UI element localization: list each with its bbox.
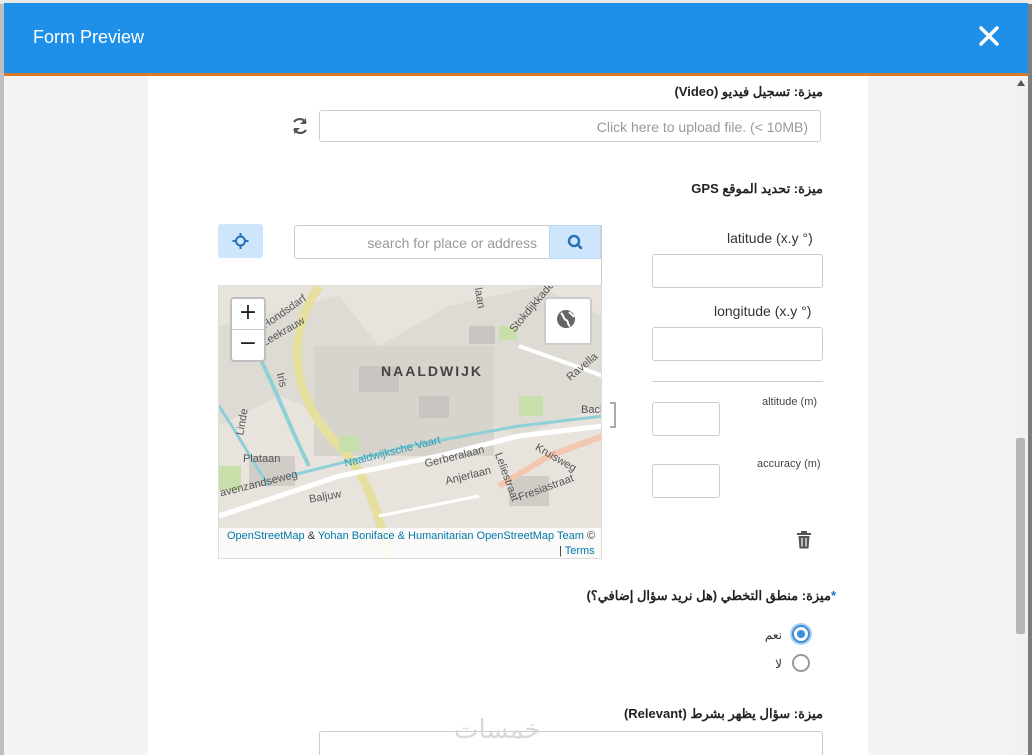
zoom-out-button[interactable]: − <box>232 330 264 360</box>
map-street-label: Bach <box>581 404 601 416</box>
refresh-icon[interactable] <box>290 116 310 136</box>
longitude-input[interactable] <box>652 327 823 361</box>
map-street-label: Plataan <box>243 453 281 465</box>
modal-header: Form Preview <box>4 3 1028 73</box>
latitude-input[interactable] <box>652 254 823 288</box>
gps-map[interactable]: NAALDWIJK Hondsdarf Zeekrauw Iris Linde … <box>218 285 602 559</box>
zoom-in-button[interactable]: + <box>232 299 264 330</box>
altitude-label: altitude (m) <box>762 396 818 408</box>
attribution-separator: | <box>559 545 562 557</box>
modal-body[interactable]: ميزة: تسجيل فيديو (Video) Click here to … <box>4 76 1014 755</box>
crosshair-icon <box>232 233 249 249</box>
close-icon[interactable] <box>974 21 1004 51</box>
upload-placeholder: Click here to upload file. (< 10MB) <box>596 119 808 135</box>
attribution-ampersand: & <box>307 530 316 542</box>
map-resize-bracket <box>610 402 616 428</box>
map-border-line <box>601 225 602 285</box>
locate-button[interactable] <box>218 224 263 258</box>
trash-icon[interactable] <box>796 531 812 549</box>
gps-question-label: ميزة: تحديد الموقع GPS <box>691 181 823 196</box>
radio-yes-label: نعم <box>764 628 782 642</box>
team-attribution-link[interactable]: Yohan Boniface & Humanitarian OpenStreet… <box>318 530 584 542</box>
accuracy-input[interactable] <box>652 464 720 498</box>
longitude-label: longitude (x.y °) <box>714 303 812 319</box>
form-preview-modal: Form Preview ميزة: تسجيل فيديو (Video) C… <box>4 3 1028 755</box>
file-upload-field[interactable]: Click here to upload file. (< 10MB) <box>319 110 821 142</box>
watermark-text: خمسات <box>454 714 541 744</box>
scroll-thumb[interactable] <box>1016 438 1025 634</box>
map-place-name: NAALDWIJK <box>381 363 483 379</box>
osm-attribution-link[interactable]: OpenStreetMap <box>227 530 305 542</box>
gps-divider <box>652 381 823 382</box>
map-search-input[interactable]: search for place or address <box>294 225 550 259</box>
radio-no-label: لا <box>775 657 782 671</box>
latitude-label: latitude (x.y °) <box>727 230 813 246</box>
scroll-up-arrow[interactable] <box>1017 80 1025 86</box>
terms-link[interactable]: Terms <box>565 545 595 557</box>
search-icon <box>567 234 583 250</box>
skip-question-text: ميزة: منطق التخطي (هل نريد سؤال إضافي؟) <box>586 588 831 603</box>
globe-icon[interactable] <box>544 297 592 345</box>
map-search-button[interactable] <box>549 225 601 259</box>
modal-title: Form Preview <box>33 27 145 47</box>
relevant-question-label: ميزة: سؤال يظهر بشرط (Relevant) <box>623 706 823 721</box>
copyright-mark: © <box>586 530 596 542</box>
map-search-placeholder: search for place or address <box>367 235 537 251</box>
video-question-label: ميزة: تسجيل فيديو (Video) <box>674 84 823 99</box>
accuracy-label: accuracy (m) <box>757 458 821 470</box>
radio-no[interactable] <box>792 654 810 672</box>
map-attribution: OpenStreetMap & Yohan Boniface & Humanit… <box>219 528 601 558</box>
modal-scrollbar[interactable] <box>1014 76 1028 755</box>
radio-yes[interactable] <box>792 625 810 643</box>
altitude-input[interactable] <box>652 402 720 436</box>
skip-question-label: *ميزة: منطق التخطي (هل نريد سؤال إضافي؟) <box>586 588 836 604</box>
required-mark: * <box>830 588 836 603</box>
map-zoom-control: + − <box>230 297 266 362</box>
relevant-input[interactable] <box>319 731 823 755</box>
